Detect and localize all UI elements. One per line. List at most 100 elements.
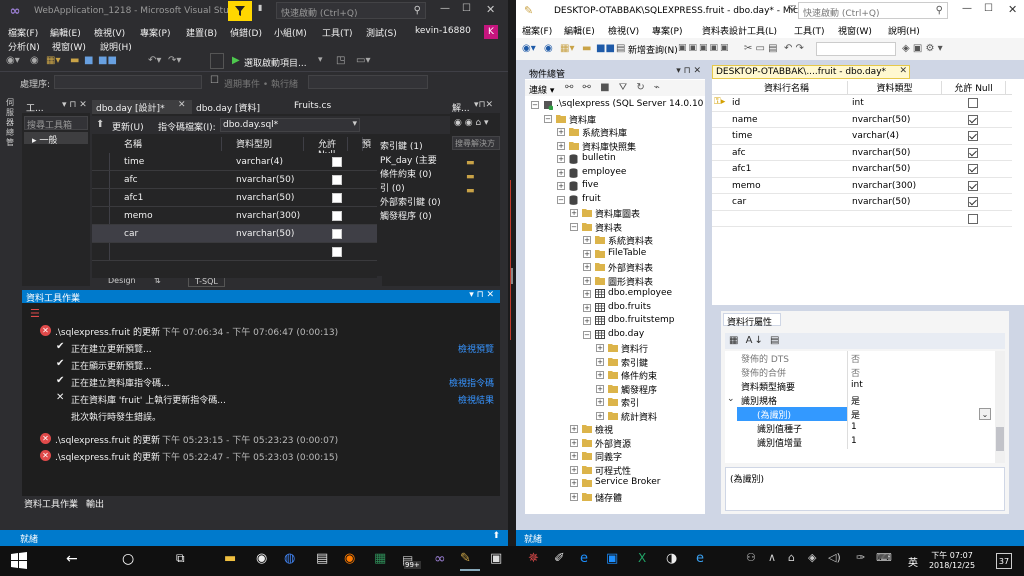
filter-icon[interactable]: ⛛ <box>788 4 796 15</box>
tree-node[interactable]: + 索引 <box>525 395 705 409</box>
allow-null-checkbox[interactable] <box>968 147 978 161</box>
table-row[interactable]: memo nvarchar(300) <box>92 207 377 225</box>
expand-toggle-icon[interactable]: + <box>570 438 578 447</box>
tree-node[interactable]: − dbo.day <box>525 328 705 341</box>
save-icon[interactable]: ■■ <box>596 43 615 54</box>
flag-icon[interactable]: ▮ <box>258 3 266 19</box>
tab-close-icon[interactable]: ✕ <box>178 100 186 110</box>
ie-icon[interactable]: e <box>696 551 716 571</box>
oe-toolbar-icons[interactable]: ⚯ ⚯ ■ ⛛ ↻ ⌁ <box>565 82 663 93</box>
column-name-cell[interactable]: memo <box>124 211 153 221</box>
tree-node[interactable]: + 資料庫快照集 <box>525 139 705 153</box>
property-row[interactable]: 資料類型摘要 int <box>725 379 995 393</box>
property-value[interactable]: 1 <box>851 436 857 446</box>
property-value[interactable]: 否 <box>851 366 860 379</box>
user-name[interactable]: kevin-16880 <box>415 26 471 36</box>
maximize-button[interactable]: ☐ <box>984 3 993 14</box>
search-icon[interactable]: ○ <box>122 551 142 571</box>
tab-data[interactable]: dbo.day [資料] <box>196 101 260 114</box>
excel-icon[interactable]: X <box>638 551 658 571</box>
menu-tools[interactable]: 工具(T) <box>794 24 825 37</box>
minimize-button[interactable]: — <box>440 3 450 14</box>
expand-toggle-icon[interactable]: + <box>557 128 565 136</box>
bottom-tab-output[interactable]: 輸出 <box>86 497 104 510</box>
grid-header-cell[interactable]: 允許 Null <box>304 137 348 160</box>
prop-sort-icons[interactable]: ▦ A↓ ▤ <box>729 335 781 346</box>
expand-toggle-icon[interactable]: + <box>570 465 578 474</box>
tree-node[interactable]: + FileTable <box>525 247 705 260</box>
expand-toggle-icon[interactable]: + <box>583 263 591 271</box>
allow-null-checkbox[interactable] <box>332 157 342 170</box>
column-name-cell[interactable]: afc <box>124 175 138 185</box>
column-name-cell[interactable]: afc1 <box>732 164 751 174</box>
allow-null-checkbox[interactable] <box>332 175 342 188</box>
task-view-icon[interactable]: ⧉ <box>176 551 196 571</box>
expand-toggle-icon[interactable]: − <box>557 195 565 204</box>
operation-item[interactable]: ✔ 正在建立更新預覽... 檢視預覽 <box>22 341 500 357</box>
start-button[interactable] <box>10 551 30 571</box>
menu-build[interactable]: 建置(B) <box>186 26 217 39</box>
expand-toggle-icon[interactable]: + <box>596 384 604 393</box>
visual-studio-icon[interactable]: ∞ <box>434 551 454 571</box>
menu-view[interactable]: 檢視(V) <box>608 24 639 37</box>
expand-toggle-icon[interactable]: + <box>557 141 565 150</box>
tree-node[interactable]: + 資料行 <box>525 341 705 355</box>
allow-null-checkbox[interactable] <box>332 229 342 242</box>
play-icon[interactable]: ▶ <box>232 55 240 66</box>
tree-node[interactable]: + 外部資源 <box>525 436 705 450</box>
table-row[interactable]: car nvarchar(50) <box>92 225 377 243</box>
allow-null-checkbox[interactable] <box>332 211 342 224</box>
tree-node[interactable]: + 同義字 <box>525 449 705 463</box>
expand-toggle-icon[interactable]: − <box>570 222 578 231</box>
expand-toggle-icon[interactable]: + <box>596 344 604 352</box>
expand-toggle-icon[interactable]: + <box>596 411 604 420</box>
forward-icon[interactable]: ◉ <box>30 55 39 66</box>
table-row[interactable]: time varchar(4) <box>712 128 1012 145</box>
data-type-cell[interactable]: nvarchar(50) <box>852 197 910 207</box>
tree-node[interactable]: + 條件約束 <box>525 368 705 382</box>
table-row[interactable]: time varchar(4) <box>92 153 377 171</box>
toolbar-dropdown[interactable] <box>816 42 896 56</box>
keys-line[interactable]: 外部索引鍵 (0) <box>380 196 450 210</box>
query-type-icons[interactable]: ▣▣▣▣▣ <box>678 43 731 53</box>
designer-tab[interactable]: DESKTOP-OTABBAK\....fruit - dbo.day* <box>716 67 886 77</box>
tree-node[interactable]: − 資料表 <box>525 220 705 234</box>
expand-toggle-icon[interactable]: + <box>570 479 578 487</box>
input-language[interactable]: 英 <box>908 554 918 569</box>
data-type-cell[interactable]: varchar(4) <box>852 131 899 141</box>
chrome-icon[interactable]: ◍ <box>284 551 304 571</box>
grid-header-cell[interactable]: 資料行名稱 <box>726 81 848 94</box>
expand-toggle-icon[interactable]: + <box>583 290 591 298</box>
new-project-icon[interactable]: ▦▾ <box>46 55 60 66</box>
data-type-cell[interactable]: varchar(4) <box>236 157 283 167</box>
column-properties-tab[interactable]: 資料行屬性 <box>727 315 772 328</box>
avatar[interactable]: K <box>484 25 498 39</box>
property-row[interactable]: 發佈的合併 否 <box>725 365 995 379</box>
quick-launch-input[interactable]: 快速啟動 (Ctrl+Q) ⚲ <box>276 2 426 19</box>
solution-search[interactable]: 搜尋解決方 <box>452 136 500 150</box>
expand-toggle-icon[interactable]: + <box>596 398 604 406</box>
allow-null-checkbox[interactable] <box>968 131 978 144</box>
operation-item[interactable]: ✕ 正在資料庫 'fruit' 上執行更新指令碼... 檢視結果 <box>22 392 500 408</box>
column-name-cell[interactable]: time <box>732 131 752 141</box>
config-dropdown[interactable] <box>210 53 224 69</box>
tree-node[interactable]: − 資料庫 <box>525 112 705 126</box>
expand-toggle-icon[interactable]: + <box>583 317 591 325</box>
operation-item[interactable]: ✕ .\sqlexpress.fruit 的更新 下午 05:23:15 - 下午 … <box>22 432 500 448</box>
data-type-cell[interactable]: nvarchar(50) <box>236 175 294 185</box>
spreadsheet-icon[interactable]: ▦ <box>374 551 394 571</box>
clock[interactable]: 下午 07:07 2018/12/25 <box>926 548 978 574</box>
expand-toggle-icon[interactable]: + <box>570 452 578 460</box>
edge-icon[interactable]: e <box>580 551 600 571</box>
solution-tree-icon[interactable]: ▬ ▬ ▬ <box>466 156 475 198</box>
new-query-icon[interactable]: ▤ <box>616 43 625 54</box>
tree-node[interactable]: + 統計資料 <box>525 409 705 423</box>
taskbar-app-badge[interactable]: ▤ 99+ <box>402 551 424 571</box>
save-all-icon[interactable]: ■■ <box>98 55 117 66</box>
menu-table-designer[interactable]: 資料表設計工具(L) <box>702 24 777 37</box>
pen-icon[interactable]: ✑ <box>856 551 876 571</box>
table-row[interactable]: name nvarchar(50) <box>712 112 1012 128</box>
tree-node[interactable]: + bulletin <box>525 152 705 165</box>
menu-help[interactable]: 說明(H) <box>888 24 920 37</box>
table-row[interactable] <box>712 211 1012 227</box>
